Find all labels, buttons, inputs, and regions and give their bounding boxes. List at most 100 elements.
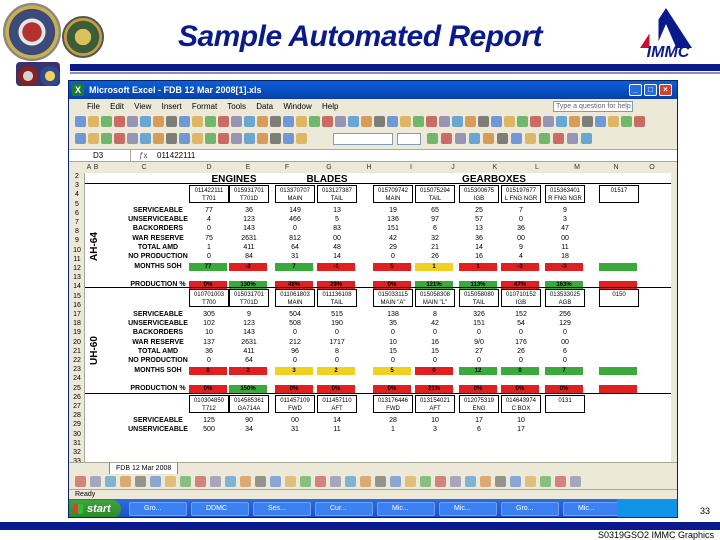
toolbar-button-icon[interactable] bbox=[127, 116, 138, 127]
data-cell[interactable]: 10 bbox=[415, 417, 455, 424]
row-header[interactable]: 19 bbox=[69, 329, 85, 336]
nsn-cell[interactable]: 011136108 TAIL bbox=[317, 289, 357, 307]
data-cell[interactable]: 0 bbox=[459, 329, 499, 336]
toolbar-button-icon[interactable] bbox=[127, 133, 138, 144]
toolbar-button-icon[interactable] bbox=[452, 116, 463, 127]
toolbar-button-icon[interactable] bbox=[608, 116, 619, 127]
toolbar-button-icon[interactable] bbox=[539, 133, 550, 144]
toolbar-button-icon[interactable] bbox=[556, 116, 567, 127]
toolbar-button-icon[interactable] bbox=[88, 133, 99, 144]
data-cell[interactable]: 36 bbox=[229, 207, 269, 214]
data-cell[interactable]: 1 bbox=[189, 244, 229, 251]
toolbar-button-icon[interactable] bbox=[257, 133, 268, 144]
draw-tool-icon[interactable] bbox=[75, 476, 86, 487]
row-header[interactable]: 20 bbox=[69, 339, 85, 346]
toolbar-button-icon[interactable] bbox=[205, 116, 216, 127]
toolbar-button-icon[interactable] bbox=[581, 133, 592, 144]
toolbar-button-icon[interactable] bbox=[569, 116, 580, 127]
name-box[interactable]: D3 bbox=[71, 150, 131, 161]
toolbar-button-icon[interactable] bbox=[517, 116, 528, 127]
nsn-cell[interactable]: 015300675 IGB bbox=[459, 185, 499, 203]
data-cell[interactable]: 57 bbox=[459, 216, 499, 223]
nsn-cell[interactable]: 011457110 AFT bbox=[317, 395, 357, 413]
nsn-cell[interactable]: 010701003 T700 bbox=[189, 289, 229, 307]
production-cell[interactable]: 0% bbox=[373, 385, 411, 394]
data-cell[interactable]: 151 bbox=[459, 320, 499, 327]
data-cell[interactable]: 17 bbox=[501, 426, 541, 433]
toolbar-button-icon[interactable] bbox=[192, 133, 203, 144]
soh-cell[interactable]: 1 bbox=[459, 263, 497, 272]
toolbar-button-icon[interactable] bbox=[361, 116, 372, 127]
toolbar-button-icon[interactable] bbox=[511, 133, 522, 144]
soh-cell[interactable]: 77 bbox=[189, 263, 227, 272]
data-cell[interactable]: 2631 bbox=[229, 235, 269, 242]
production-cell[interactable]: 0% bbox=[189, 385, 227, 394]
data-cell[interactable]: 16 bbox=[415, 339, 455, 346]
menu-format[interactable]: Format bbox=[192, 102, 217, 111]
column-header[interactable]: L bbox=[517, 163, 557, 173]
menu-insert[interactable]: Insert bbox=[162, 102, 182, 111]
toolbar-button-icon[interactable] bbox=[427, 133, 438, 144]
toolbar-button-icon[interactable] bbox=[179, 116, 190, 127]
draw-tool-icon[interactable] bbox=[540, 476, 551, 487]
toolbar-button-icon[interactable] bbox=[283, 116, 294, 127]
toolbar-button-icon[interactable] bbox=[270, 133, 281, 144]
taskbar-button[interactable]: Gro... bbox=[129, 502, 187, 516]
row-header[interactable]: 17 bbox=[69, 311, 85, 318]
menu-edit[interactable]: Edit bbox=[110, 102, 124, 111]
data-cell[interactable]: 0 bbox=[415, 357, 455, 364]
toolbar-button-icon[interactable] bbox=[504, 116, 515, 127]
toolbar-button-icon[interactable] bbox=[483, 133, 494, 144]
data-cell[interactable]: 0 bbox=[189, 253, 229, 260]
column-header[interactable]: M bbox=[557, 163, 597, 173]
data-cell[interactable]: 9 bbox=[545, 207, 585, 214]
data-cell[interactable]: 143 bbox=[229, 225, 269, 232]
column-header[interactable]: J bbox=[433, 163, 473, 173]
toolbar-button-icon[interactable] bbox=[309, 116, 320, 127]
draw-tool-icon[interactable] bbox=[135, 476, 146, 487]
row-header[interactable]: 21 bbox=[69, 348, 85, 355]
fx-icon[interactable]: ƒx bbox=[139, 150, 147, 161]
toolbar-button-icon[interactable] bbox=[296, 133, 307, 144]
data-cell[interactable]: 143 bbox=[229, 329, 269, 336]
data-cell[interactable]: 96 bbox=[275, 348, 315, 355]
row-header[interactable]: 8 bbox=[69, 228, 85, 235]
soh-cell[interactable]: 7 bbox=[545, 367, 583, 376]
draw-tool-icon[interactable] bbox=[165, 476, 176, 487]
row-header[interactable]: 29 bbox=[69, 421, 85, 428]
production-cell[interactable]: 150% bbox=[229, 385, 267, 394]
production-cell[interactable]: 0% bbox=[317, 385, 355, 394]
row-header[interactable]: 26 bbox=[69, 394, 85, 401]
column-header[interactable]: F bbox=[267, 163, 307, 173]
row-header[interactable]: 32 bbox=[69, 449, 85, 456]
nsn-cell[interactable]: 015363401 R FNG NGR bbox=[545, 185, 585, 203]
data-cell[interactable]: 1 bbox=[373, 426, 413, 433]
data-cell[interactable]: 00 bbox=[275, 417, 315, 424]
font-size-select[interactable] bbox=[397, 133, 421, 145]
nsn-cell[interactable]: 011061803 MAIN bbox=[275, 289, 315, 307]
toolbar-button-icon[interactable] bbox=[582, 116, 593, 127]
row-header[interactable]: 7 bbox=[69, 219, 85, 226]
data-cell[interactable]: 11 bbox=[317, 426, 357, 433]
data-cell[interactable]: 6 bbox=[415, 225, 455, 232]
data-cell[interactable]: 27 bbox=[459, 348, 499, 355]
draw-tool-icon[interactable] bbox=[345, 476, 356, 487]
toolbar-button-icon[interactable] bbox=[491, 116, 502, 127]
row-header[interactable]: 28 bbox=[69, 412, 85, 419]
data-cell[interactable]: 3 bbox=[415, 426, 455, 433]
toolbar-button-icon[interactable] bbox=[335, 116, 346, 127]
toolbar-button-icon[interactable] bbox=[140, 133, 151, 144]
nsn-cell[interactable]: 010710152 IGB bbox=[501, 289, 541, 307]
toolbar-button-icon[interactable] bbox=[387, 116, 398, 127]
row-header[interactable]: 6 bbox=[69, 210, 85, 217]
nsn-cell[interactable]: 010304850 T712 bbox=[189, 395, 229, 413]
data-cell[interactable]: 123 bbox=[229, 320, 269, 327]
data-cell[interactable]: 6 bbox=[545, 348, 585, 355]
nsn-cell[interactable]: 015197677 L FNG NGR bbox=[501, 185, 541, 203]
nsn-cell[interactable]: 015075294 TAIL bbox=[415, 185, 455, 203]
toolbar-button-icon[interactable] bbox=[270, 116, 281, 127]
data-cell[interactable]: 4 bbox=[189, 216, 229, 223]
column-header[interactable]: H bbox=[349, 163, 389, 173]
taskbar-button[interactable]: DDMC bbox=[191, 502, 249, 516]
toolbar-button-icon[interactable] bbox=[469, 133, 480, 144]
